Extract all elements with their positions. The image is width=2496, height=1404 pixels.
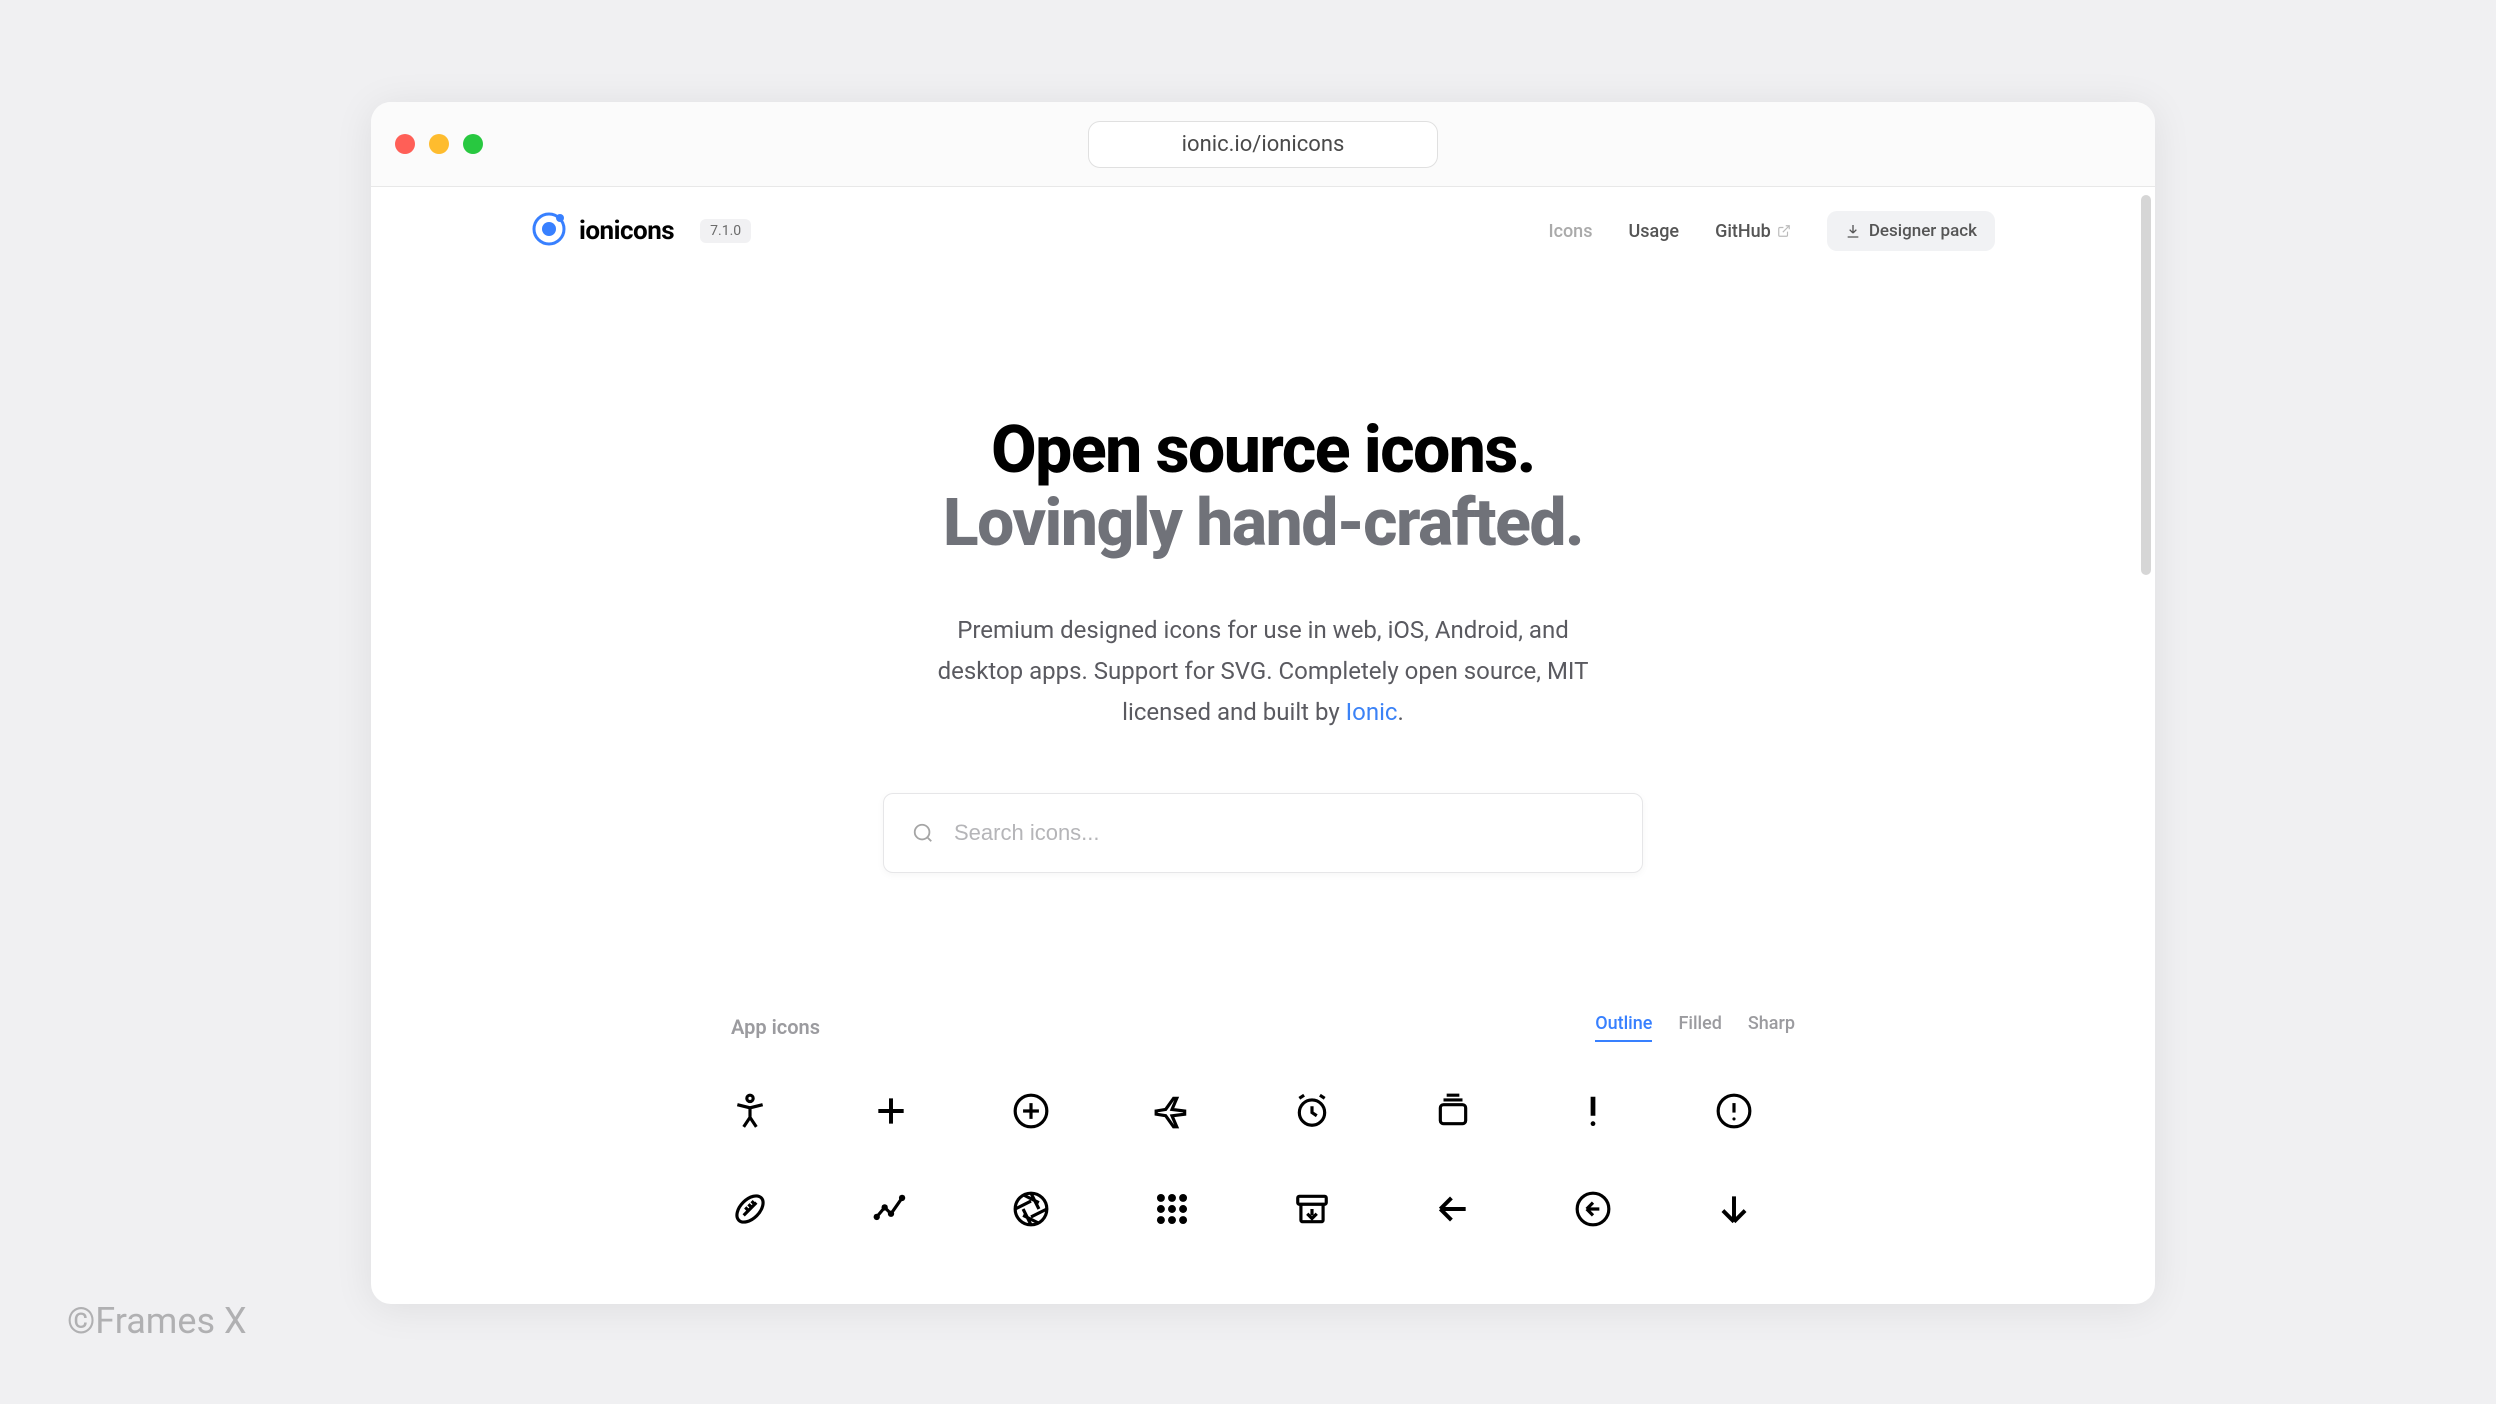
nav: Icons Usage GitHub Designer pack [1548, 211, 1995, 251]
watermark: ©Frames X [67, 1300, 247, 1342]
american-football-icon[interactable] [731, 1190, 812, 1228]
scrollbar[interactable] [2141, 195, 2151, 575]
apps-icon[interactable] [1153, 1190, 1234, 1228]
nav-github-label: GitHub [1715, 221, 1771, 242]
browser-window: ionic.io/ionicons ionicons 7.1.0 Icons U… [371, 102, 2155, 1304]
icons-section: App icons Outline Filled Sharp [371, 1013, 2155, 1228]
style-tabs: Outline Filled Sharp [1595, 1013, 1795, 1042]
search-box[interactable] [883, 793, 1643, 873]
page-header: ionicons 7.1.0 Icons Usage GitHub Design… [371, 187, 2155, 275]
hero-title-line2: Lovingly hand-crafted. [371, 488, 2155, 561]
designer-pack-label: Designer pack [1869, 221, 1977, 241]
alarm-icon[interactable] [1293, 1092, 1374, 1130]
hero: Open source icons. Lovingly hand-crafted… [371, 415, 2155, 733]
search-input[interactable] [954, 820, 1614, 846]
url-bar[interactable]: ionic.io/ionicons [1088, 121, 1438, 168]
alert-icon[interactable] [1574, 1092, 1655, 1130]
tab-outline[interactable]: Outline [1595, 1013, 1652, 1042]
aperture-icon[interactable] [1012, 1190, 1093, 1228]
tab-filled[interactable]: Filled [1678, 1013, 1721, 1042]
ionicons-logo-icon [531, 211, 567, 251]
window-controls [395, 134, 483, 154]
section-label: App icons [731, 1015, 820, 1039]
version-badge: 7.1.0 [700, 219, 751, 243]
alert-circle-icon[interactable] [1715, 1092, 1796, 1130]
analytics-icon[interactable] [872, 1190, 953, 1228]
download-icon [1845, 223, 1861, 239]
search-icon [912, 822, 934, 844]
search-wrap [371, 793, 2155, 873]
nav-icons[interactable]: Icons [1548, 221, 1592, 242]
nav-github[interactable]: GitHub [1715, 221, 1791, 242]
brand[interactable]: ionicons 7.1.0 [531, 211, 751, 251]
nav-usage[interactable]: Usage [1628, 221, 1679, 242]
minimize-window-button[interactable] [429, 134, 449, 154]
close-window-button[interactable] [395, 134, 415, 154]
icons-section-header: App icons Outline Filled Sharp [731, 1013, 1795, 1042]
external-link-icon [1777, 224, 1791, 238]
archive-icon[interactable] [1293, 1190, 1374, 1228]
tab-sharp[interactable]: Sharp [1748, 1013, 1795, 1042]
airplane-icon[interactable] [1153, 1092, 1234, 1130]
add-circle-icon[interactable] [1012, 1092, 1093, 1130]
accessibility-icon[interactable] [731, 1092, 812, 1130]
page-content: ionicons 7.1.0 Icons Usage GitHub Design… [371, 187, 2155, 1304]
hero-description: Premium designed icons for use in web, i… [913, 610, 1613, 732]
arrow-back-circle-icon[interactable] [1574, 1190, 1655, 1228]
albums-icon[interactable] [1434, 1092, 1515, 1130]
brand-name: ionicons [579, 216, 674, 246]
add-icon[interactable] [872, 1092, 953, 1130]
browser-chrome: ionic.io/ionicons [371, 102, 2155, 187]
hero-title-line1: Open source icons. [371, 415, 2155, 488]
arrow-down-icon[interactable] [1715, 1190, 1796, 1228]
arrow-back-icon[interactable] [1434, 1190, 1515, 1228]
hero-desc-text: Premium designed icons for use in web, i… [938, 616, 1589, 726]
designer-pack-button[interactable]: Designer pack [1827, 211, 1995, 251]
ionic-link[interactable]: Ionic [1346, 698, 1398, 726]
hero-title: Open source icons. Lovingly hand-crafted… [371, 415, 2155, 560]
icon-grid [731, 1092, 1795, 1228]
maximize-window-button[interactable] [463, 134, 483, 154]
hero-desc-end: . [1398, 698, 1404, 726]
